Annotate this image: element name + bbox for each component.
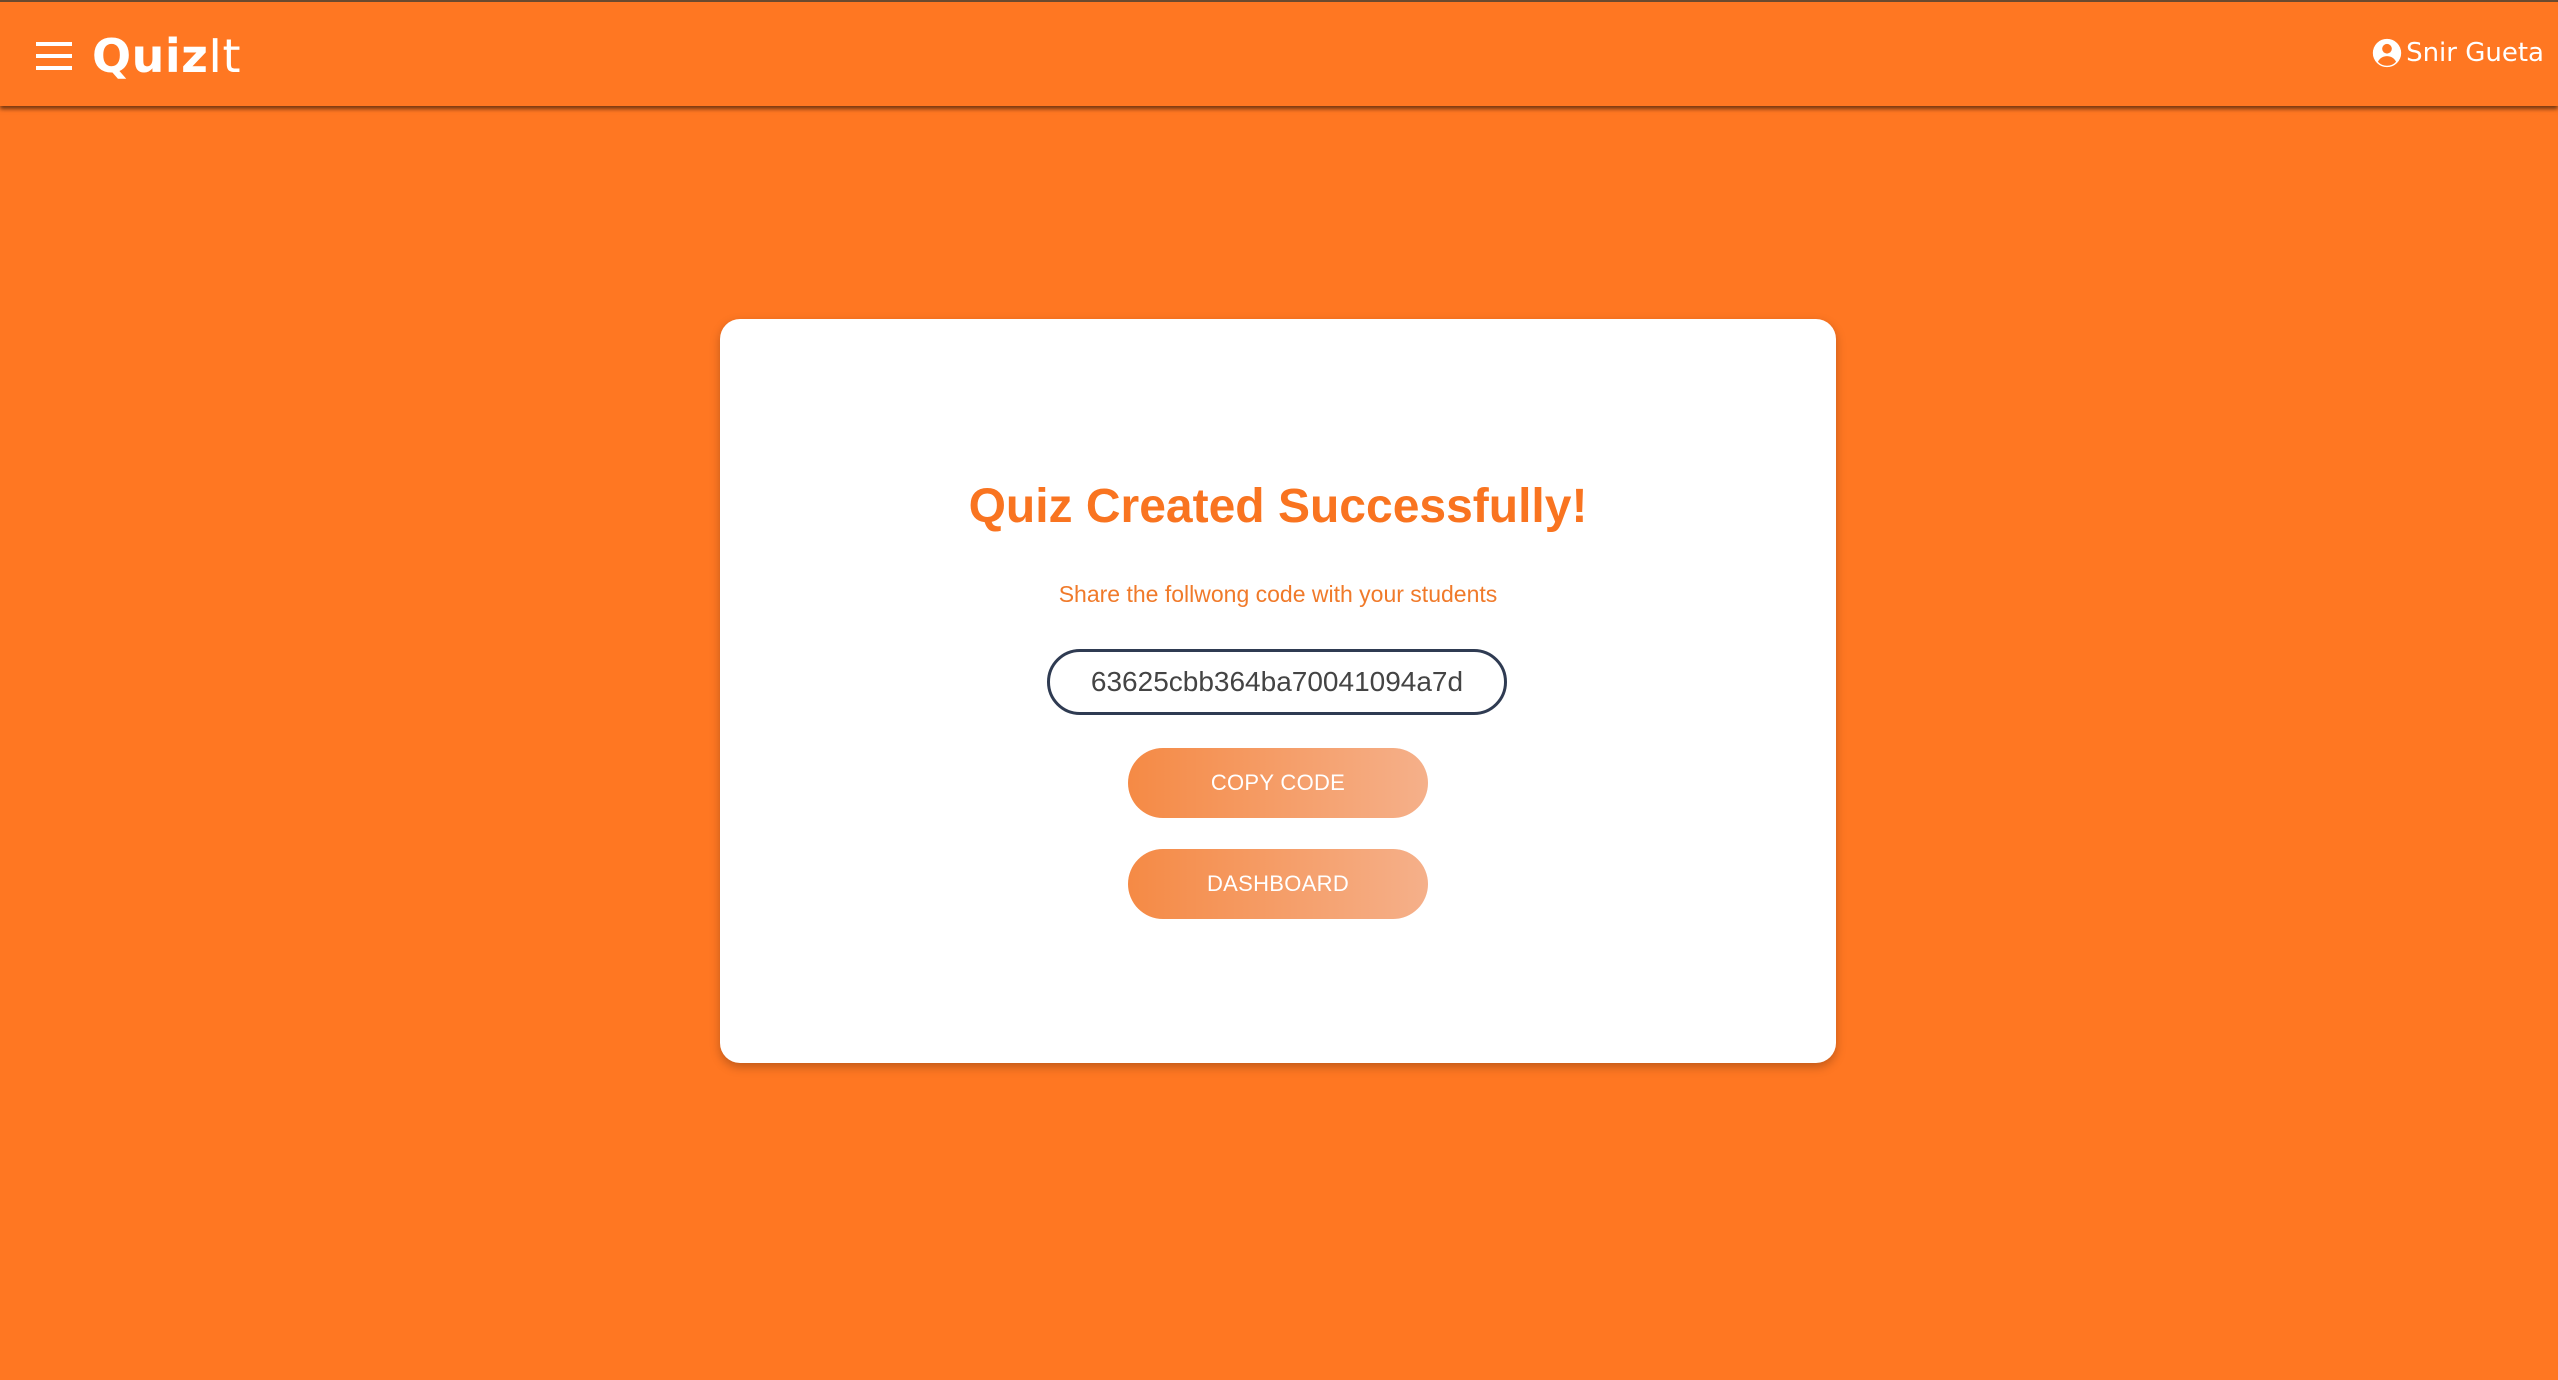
share-instructions: Share the follwong code with your studen… <box>1058 581 1498 607</box>
page-title: Quiz Created Successfully! <box>968 480 1588 533</box>
brand-name-part1: Quiz <box>92 29 209 83</box>
app-bar: QuizIt Snir Gueta <box>0 0 2558 106</box>
hamburger-menu-icon[interactable] <box>30 32 78 80</box>
copy-code-button[interactable]: COPY CODE <box>1128 748 1428 818</box>
quiz-code-field[interactable]: 63625cbb364ba70041094a7d <box>1047 649 1507 715</box>
user-menu[interactable]: Snir Gueta <box>2370 36 2544 70</box>
app-logo[interactable]: QuizIt <box>92 24 241 88</box>
success-card: Quiz Created Successfully! Share the fol… <box>720 319 1836 1063</box>
dashboard-button[interactable]: DASHBOARD <box>1128 849 1428 919</box>
account-circle-icon <box>2370 36 2404 70</box>
user-name: Snir Gueta <box>2406 38 2544 68</box>
brand-name-part2: It <box>208 29 242 83</box>
